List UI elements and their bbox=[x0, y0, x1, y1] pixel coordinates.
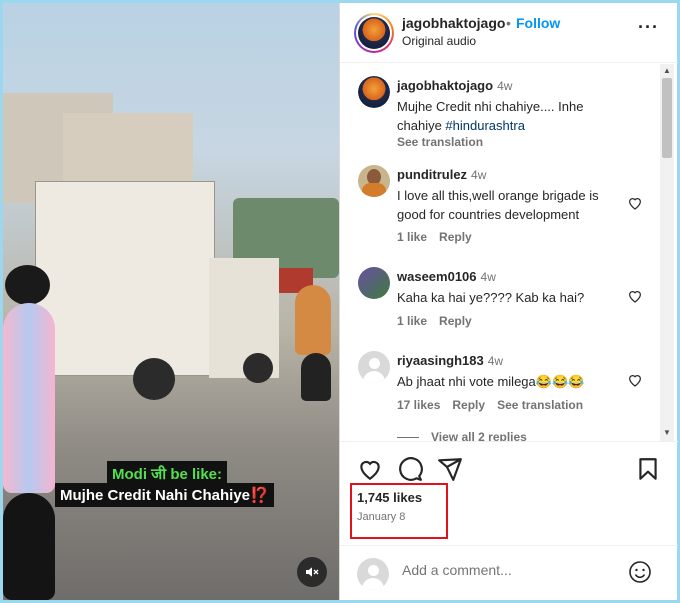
comment-likes[interactable]: 1 like bbox=[397, 314, 427, 328]
scroll-thumb[interactable] bbox=[662, 78, 672, 158]
separator-dot: • bbox=[506, 15, 511, 31]
person-orange bbox=[295, 285, 331, 355]
comment-time: 4w bbox=[480, 270, 496, 284]
person-orange-legs bbox=[301, 353, 331, 401]
highlight-box bbox=[350, 483, 448, 539]
reply-button[interactable]: Reply bbox=[439, 314, 472, 328]
comment-text: Ab jhaat nhi vote milega😂😂😂 bbox=[397, 374, 585, 389]
comment-username[interactable]: riyaasingh183 bbox=[397, 353, 484, 368]
post-video[interactable]: Modi जी be like: Mujhe Credit Nahi Chahi… bbox=[3, 3, 339, 600]
see-translation-link[interactable]: See translation bbox=[497, 398, 583, 412]
person-shirt bbox=[3, 303, 55, 493]
mute-button[interactable] bbox=[297, 557, 327, 587]
default-avatar-icon[interactable] bbox=[358, 351, 390, 383]
comment-time: 4w bbox=[471, 168, 487, 182]
scroll-up-icon[interactable]: ▲ bbox=[663, 66, 671, 75]
comment-item: waseem0106 4w Kaha ka hai ye???? Kab ka h… bbox=[397, 268, 629, 307]
hashtag-link[interactable]: #hindurashtra bbox=[445, 118, 525, 133]
see-translation-link[interactable]: See translation bbox=[397, 135, 629, 149]
reply-line bbox=[397, 437, 419, 439]
comment-item: riyaasingh183 4w Ab jhaat nhi vote milega… bbox=[397, 352, 629, 391]
comment-item: punditrulez 4w I love all this,well orang… bbox=[397, 166, 629, 224]
follow-button[interactable]: Follow bbox=[516, 15, 560, 31]
comment-like-icon[interactable] bbox=[627, 288, 643, 304]
reply-button[interactable]: Reply bbox=[452, 398, 485, 412]
comment-username[interactable]: waseem0106 bbox=[397, 269, 477, 284]
author-username[interactable]: jagobhaktojago bbox=[402, 15, 505, 31]
comment-input[interactable] bbox=[402, 562, 602, 578]
comment-item: jagobhaktojago 4w Mujhe Credit nhi chahiy… bbox=[397, 77, 629, 149]
comment-username[interactable]: jagobhaktojago bbox=[397, 78, 493, 93]
bookmark-icon[interactable] bbox=[635, 456, 661, 482]
mute-icon bbox=[306, 567, 319, 577]
comment-like-icon[interactable] bbox=[627, 372, 643, 388]
more-options-button[interactable]: ··· bbox=[638, 18, 658, 41]
post-header: jagobhaktojago • Follow Original audio ·… bbox=[340, 3, 678, 63]
comment-text: I love all this,well orange brigade is g… bbox=[397, 188, 599, 222]
comment-avatar[interactable] bbox=[358, 165, 390, 197]
comment-likes[interactable]: 17 likes bbox=[397, 398, 440, 412]
truck-wheel bbox=[133, 358, 175, 400]
comment-meta: 1 like Reply bbox=[397, 314, 484, 328]
default-avatar-icon bbox=[357, 558, 389, 590]
comment-text: Kaha ka hai ye???? Kab ka hai? bbox=[397, 290, 585, 305]
post-sidebar: jagobhaktojago • Follow Original audio ·… bbox=[339, 3, 678, 600]
view-replies-button[interactable]: View all 2 replies bbox=[397, 430, 527, 442]
add-comment-bar bbox=[340, 545, 678, 600]
truck-wheel bbox=[243, 353, 273, 383]
more-icon: ··· bbox=[638, 17, 659, 37]
share-icon[interactable] bbox=[437, 456, 463, 482]
comments-scrollbar[interactable]: ▲ ▼ bbox=[660, 64, 674, 441]
comment-icon[interactable] bbox=[397, 456, 423, 482]
comment-time: 4w bbox=[497, 79, 513, 93]
comment-like-icon[interactable] bbox=[627, 195, 643, 211]
scroll-down-icon[interactable]: ▼ bbox=[663, 428, 671, 437]
comment-avatar[interactable] bbox=[358, 76, 390, 108]
reply-button[interactable]: Reply bbox=[439, 230, 472, 244]
person-head bbox=[5, 265, 50, 305]
person-legs bbox=[3, 493, 55, 600]
comment-meta: 1 like Reply bbox=[397, 230, 484, 244]
view-replies-label: View all 2 replies bbox=[431, 430, 527, 442]
heart-icon[interactable] bbox=[357, 456, 383, 482]
comment-meta: 17 likes Reply See translation bbox=[397, 398, 595, 412]
action-bar: 1,745 likes January 8 bbox=[340, 443, 678, 543]
comment-avatar[interactable] bbox=[358, 267, 390, 299]
comment-likes[interactable]: 1 like bbox=[397, 230, 427, 244]
audio-link[interactable]: Original audio bbox=[402, 34, 476, 48]
comment-time: 4w bbox=[487, 354, 504, 368]
comment-username[interactable]: punditrulez bbox=[397, 167, 467, 182]
white-truck-body bbox=[35, 181, 215, 376]
video-caption-line2: Mujhe Credit Nahi Chahiye⁉️ bbox=[55, 483, 274, 507]
emoji-icon[interactable] bbox=[628, 560, 652, 584]
comments-list[interactable]: jagobhaktojago 4w Mujhe Credit nhi chahiy… bbox=[340, 64, 678, 442]
author-avatar[interactable] bbox=[354, 13, 394, 53]
